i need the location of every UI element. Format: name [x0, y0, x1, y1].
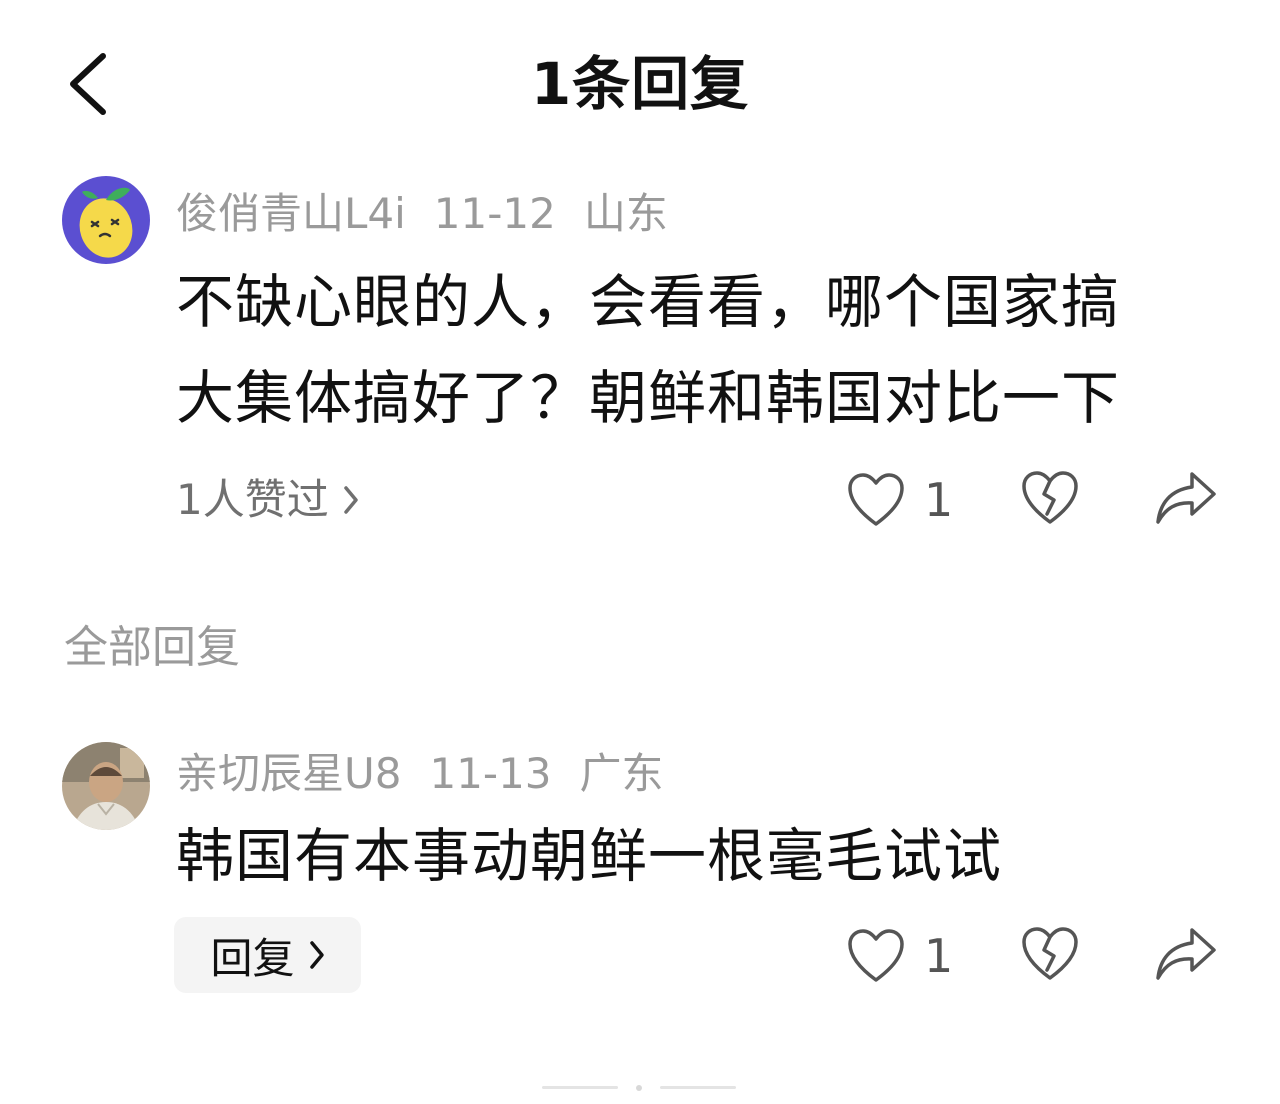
indicator-dot [636, 1085, 642, 1091]
like-count: 1 [924, 473, 954, 527]
username[interactable]: 亲切辰星U8 [176, 749, 401, 798]
indicator-bar [660, 1086, 736, 1089]
username[interactable]: 俊俏青山L4i [176, 189, 406, 238]
reply-button-label: 回复 [210, 933, 295, 983]
broken-heart-icon [1022, 471, 1078, 524]
comment-text: 不缺心眼的人，会看看，哪个国家搞 大集体搞好了？朝鲜和韩国对比一下 [176, 254, 1236, 446]
likes-summary-link[interactable]: 1人赞过 [176, 472, 359, 528]
header: 1条回复 [0, 0, 1280, 170]
comment-meta: 俊俏青山L4i 11-12 山东 [176, 186, 696, 242]
photo-avatar-icon [62, 742, 150, 830]
share-arrow-icon [1156, 928, 1216, 980]
comment-text-line: 不缺心眼的人，会看看，哪个国家搞 [176, 268, 1121, 336]
share-button[interactable] [1154, 470, 1218, 530]
like-button[interactable]: 1 [846, 926, 953, 986]
dislike-button[interactable] [1020, 470, 1080, 530]
heart-icon [848, 929, 904, 982]
likes-summary-label: 1人赞过 [176, 475, 329, 524]
comment-text-line: 大集体搞好了？朝鲜和韩国对比一下 [176, 364, 1121, 432]
chevron-right-icon [309, 940, 325, 970]
comment-meta: 亲切辰星U8 11-13 广东 [176, 746, 692, 802]
chevron-right-icon [343, 485, 359, 515]
indicator-bar [542, 1086, 618, 1089]
all-replies-label: 全部回复 [64, 622, 240, 673]
like-button[interactable]: 1 [846, 470, 953, 530]
reply-button[interactable]: 回复 [174, 917, 361, 993]
heart-icon [848, 473, 904, 526]
comment-date: 11-13 [429, 749, 552, 798]
comment-location: 山东 [583, 189, 668, 238]
dislike-button[interactable] [1020, 926, 1080, 986]
like-count: 1 [924, 929, 954, 983]
lemon-avatar-icon [62, 176, 150, 264]
comment-actions: 1 [840, 470, 1240, 540]
share-button[interactable] [1154, 926, 1218, 986]
comment-actions: 1 [840, 926, 1240, 996]
avatar[interactable] [62, 176, 150, 264]
comment-text: 韩国有本事动朝鲜一根毫毛试试 [176, 822, 1003, 890]
broken-heart-icon [1022, 927, 1078, 980]
share-arrow-icon [1156, 472, 1216, 524]
page-title: 1条回复 [530, 50, 750, 118]
avatar[interactable] [62, 742, 150, 830]
comment-date: 11-12 [433, 189, 556, 238]
comment-location: 广东 [579, 749, 664, 798]
home-indicator [0, 1084, 1280, 1092]
